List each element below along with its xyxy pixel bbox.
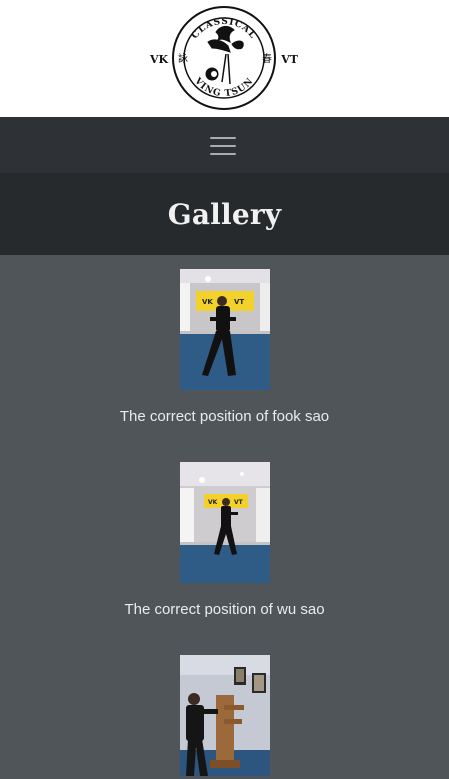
gallery-photo-wu-sao[interactable]: VK VT [179, 462, 270, 583]
gallery-item: VK VT The correct position of fook sao [0, 269, 449, 425]
hamburger-icon[interactable] [210, 134, 238, 156]
title-banner: Gallery [0, 173, 449, 255]
svg-text:VT: VT [234, 499, 244, 506]
page-title: Gallery [167, 197, 282, 231]
logo-glyph-right: 春 [262, 53, 272, 65]
svg-text:VING TSUN: VING TSUN [192, 76, 256, 100]
gallery-photo-wooden-dummy[interactable] [179, 655, 270, 776]
gallery-item [0, 655, 449, 776]
gallery-item: VK VT The correct position of wu sao [0, 462, 449, 618]
gallery-caption: The correct position of wu sao [124, 601, 325, 618]
svg-text:VT: VT [234, 298, 244, 306]
site-logo[interactable]: VK VT CLASSICAL VING TSUN 詠 春 [148, 2, 300, 114]
gallery-caption: The correct position of fook sao [119, 408, 330, 425]
crane-emblem-icon: CLASSICAL VING TSUN 詠 春 [172, 6, 276, 110]
logo-glyph-left: 詠 [178, 52, 188, 65]
navbar [0, 117, 449, 173]
logo-ring-bottom-text: VING TSUN [192, 76, 255, 100]
gallery-photo-fook-sao[interactable]: VK VT [179, 269, 270, 390]
gallery: VK VT The correct position of fook sao V… [0, 255, 449, 776]
svg-text:VK: VK [202, 298, 213, 306]
svg-text:VK: VK [208, 499, 218, 506]
logo-header: VK VT CLASSICAL VING TSUN 詠 春 [0, 0, 449, 117]
page: VK VT CLASSICAL VING TSUN 詠 春 Gallery VK… [0, 0, 449, 779]
